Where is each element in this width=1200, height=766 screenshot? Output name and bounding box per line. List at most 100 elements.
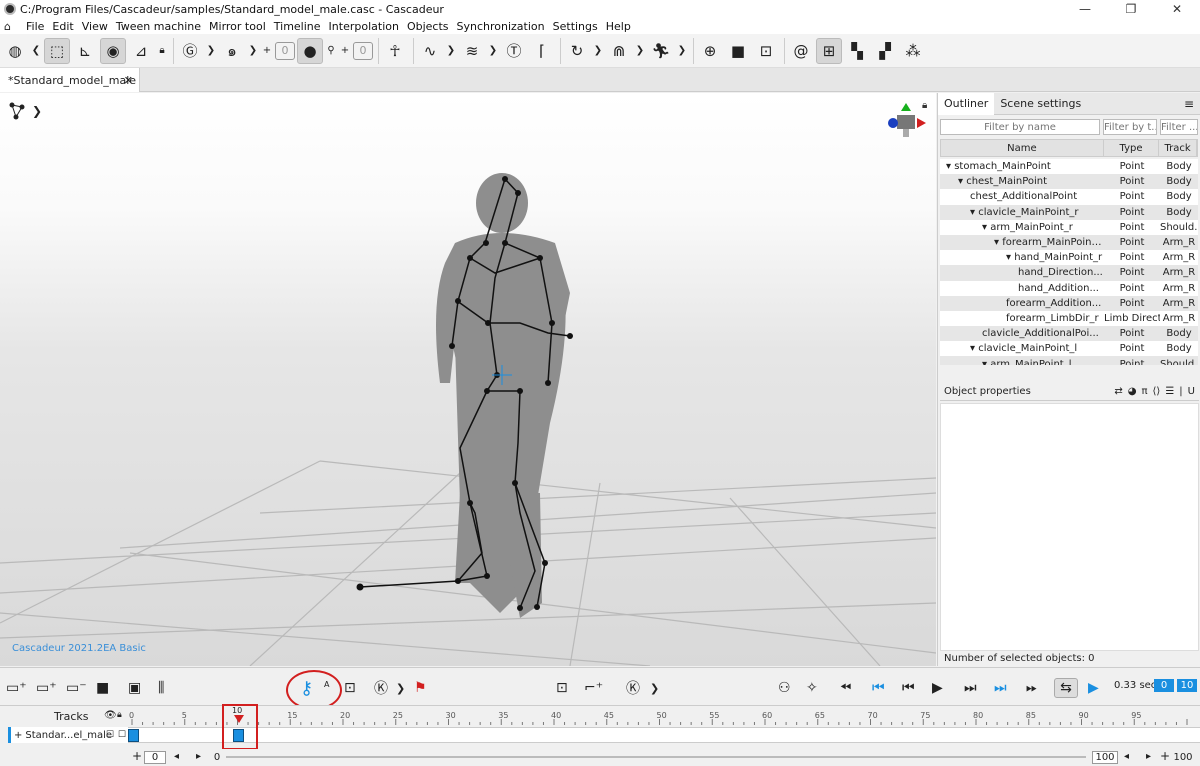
scene-nodes-icon[interactable]: ❯ bbox=[9, 102, 43, 120]
column-type[interactable]: Type bbox=[1104, 140, 1160, 156]
lock-track-icon[interactable]: 🔒︎ bbox=[117, 710, 122, 720]
graph-nodes-icon[interactable]: ⁂ bbox=[900, 38, 926, 64]
column-track[interactable]: Track bbox=[1159, 140, 1197, 156]
scale-axis-icon[interactable]: ⊿ bbox=[128, 38, 154, 64]
outliner-row[interactable]: ▾ hand_MainPoint_r Point Arm_R bbox=[940, 250, 1198, 265]
next-frame-icon[interactable]: ⏭︎ bbox=[964, 678, 977, 698]
frame-range-icon[interactable]: ⊡ bbox=[556, 678, 568, 698]
track-checkbox[interactable]: ☐ bbox=[106, 730, 114, 740]
tab-outliner[interactable]: Outliner bbox=[938, 92, 995, 115]
point-icon[interactable]: ● bbox=[297, 37, 323, 64]
menu-help[interactable]: Help bbox=[602, 20, 635, 33]
globe-icon[interactable]: ◍ bbox=[2, 38, 28, 64]
add-track-icon[interactable]: ▭⁺ bbox=[6, 678, 27, 698]
magic-icon[interactable]: ✧ bbox=[806, 678, 818, 698]
column-name[interactable]: Name bbox=[941, 140, 1104, 156]
prev-icon[interactable]: ◂ bbox=[174, 751, 179, 762]
axis-icon[interactable]: ⊾ bbox=[72, 38, 98, 64]
target-icon[interactable]: ⊕ bbox=[697, 38, 723, 64]
loop-icon[interactable]: ⇆ bbox=[1054, 678, 1078, 698]
camera-add-icon[interactable]: ▣ bbox=[128, 678, 141, 698]
frame-icon[interactable]: ⊡ bbox=[344, 678, 356, 698]
keyframe-start[interactable] bbox=[128, 729, 139, 742]
range-slider[interactable] bbox=[226, 756, 1086, 758]
3d-viewport[interactable]: ❯ 🔒︎ Cascadeur 2021.2EA Basic bbox=[0, 93, 936, 666]
play-cursor-icon[interactable]: ▶ bbox=[1088, 678, 1099, 698]
rewind-icon[interactable]: ⏪︎ bbox=[840, 678, 851, 698]
go-start-icon[interactable]: ⏮︎ bbox=[872, 678, 885, 698]
plus-icon[interactable]: + bbox=[261, 38, 273, 64]
ik-icon[interactable]: Ⓚ bbox=[374, 678, 388, 698]
swirl-icon[interactable]: @ bbox=[788, 38, 814, 64]
focus-frame-icon[interactable]: ⊡ bbox=[753, 38, 779, 64]
next-icon[interactable]: ▸ bbox=[196, 751, 201, 762]
next-end-icon[interactable]: ▸ bbox=[1146, 751, 1151, 762]
global-mode-icon[interactable]: Ⓖ bbox=[177, 38, 203, 64]
menu-settings[interactable]: Settings bbox=[549, 20, 602, 33]
lock-icon[interactable]: 🔒︎ bbox=[156, 38, 168, 64]
chevron-left-icon[interactable]: ❮ bbox=[30, 38, 42, 64]
outliner-row[interactable]: forearm_LimbDir_r Limb Direct...Arm_R bbox=[940, 311, 1198, 326]
curve-icon[interactable]: ∿ bbox=[417, 38, 443, 64]
lock-person-icon[interactable]: ⚇ bbox=[778, 678, 791, 698]
plus-icon[interactable]: + bbox=[132, 749, 142, 763]
arch-icon[interactable]: ⋒ bbox=[606, 38, 632, 64]
visibility-icon[interactable]: 👁︎ bbox=[104, 710, 117, 721]
prev-frame-icon[interactable]: ⏮︎ bbox=[902, 678, 915, 698]
chevron-right-icon[interactable]: ❯ bbox=[445, 38, 457, 64]
hamburger-menu-icon[interactable]: ≡ bbox=[1184, 97, 1194, 111]
outliner-row[interactable]: hand_Addition... Point Arm_R bbox=[940, 281, 1198, 296]
text-tool-icon[interactable]: Ⓣ bbox=[501, 38, 527, 64]
stepper-b-field[interactable]: 0 bbox=[353, 41, 373, 60]
skeleton-icon[interactable]: ☥ bbox=[382, 38, 408, 64]
ik-interp-icon[interactable]: Ⓚ bbox=[626, 678, 640, 698]
range-start-field[interactable]: 0 bbox=[144, 751, 166, 764]
camera-icon[interactable]: ■ bbox=[725, 38, 751, 64]
track-lane[interactable] bbox=[128, 727, 1200, 743]
track-checkbox-2[interactable]: ☐ bbox=[118, 730, 126, 740]
chevron-right-icon[interactable]: ❯ bbox=[592, 38, 604, 64]
minimize-button[interactable]: — bbox=[1062, 0, 1108, 18]
rotate-icon[interactable]: ◉ bbox=[100, 37, 126, 64]
orientation-gizmo[interactable]: 🔒︎ bbox=[888, 100, 927, 137]
menu-file[interactable]: File bbox=[22, 20, 48, 33]
paint-icon[interactable]: ◕ bbox=[1128, 386, 1137, 397]
split-icon[interactable]: ⫼ bbox=[158, 678, 164, 698]
outliner-row[interactable]: chest_AdditionalPoint Point Body bbox=[940, 189, 1198, 204]
solid-box-icon[interactable]: ■ bbox=[96, 678, 109, 698]
range-end-field[interactable]: 100 bbox=[1092, 751, 1118, 764]
stepper-a-field[interactable]: 0 bbox=[275, 41, 295, 60]
menu-mirror-tool[interactable]: Mirror tool bbox=[205, 20, 270, 33]
menu-timeline[interactable]: Timeline bbox=[270, 20, 325, 33]
menu-synchronization[interactable]: Synchronization bbox=[453, 20, 549, 33]
timeline-ruler[interactable]: 0 5 15 20 25 30 35 40 45 50 55 60 65 70 75 80 85 90 95 bbox=[128, 709, 1200, 725]
menu-view[interactable]: View bbox=[78, 20, 112, 33]
frame-start-field[interactable]: 0 bbox=[1154, 679, 1174, 692]
menu-interpolation[interactable]: Interpolation bbox=[325, 20, 403, 33]
menu-edit[interactable]: Edit bbox=[48, 20, 77, 33]
pi-icon[interactable]: π bbox=[1141, 386, 1147, 397]
outliner-row[interactable]: hand_Direction... Point Arm_R bbox=[940, 265, 1198, 281]
filter-type-input[interactable] bbox=[1103, 119, 1157, 135]
character-model[interactable] bbox=[436, 173, 570, 618]
outliner-row[interactable]: forearm_Addition... Point Arm_R bbox=[940, 295, 1198, 311]
outliner-row[interactable]: ▾ clavicle_MainPoint_l Point Body bbox=[940, 341, 1198, 356]
remove-track-icon[interactable]: ▭⁻ bbox=[66, 678, 87, 698]
outliner-row[interactable]: ▾ stomach_MainPoint Point Body bbox=[940, 159, 1198, 174]
checker-alt-icon[interactable]: ▞ bbox=[872, 38, 898, 64]
outliner-row[interactable]: ▾ arm_MainPoint_r Point Should... bbox=[940, 220, 1198, 235]
track-row[interactable]: + Standar...el_male ☐ ☐ bbox=[8, 727, 128, 743]
u-icon[interactable]: U bbox=[1188, 386, 1195, 397]
playhead-marker[interactable] bbox=[234, 715, 244, 723]
add-subtrack-icon[interactable]: ▭⁺ bbox=[36, 678, 57, 698]
outliner-row[interactable]: ▾ forearm_MainPoint_r Point Arm_R bbox=[940, 234, 1198, 251]
rotation-loop-icon[interactable]: ↻ bbox=[564, 38, 590, 64]
pin-icon[interactable]: ⚲ bbox=[325, 38, 337, 64]
fast-forward-icon[interactable]: ⏩︎ bbox=[1026, 678, 1037, 698]
filter-track-input[interactable] bbox=[1160, 119, 1198, 135]
code-icon[interactable]: ⟨⟩ bbox=[1153, 386, 1161, 397]
outliner-row[interactable]: clavicle_AdditionalPoi... Point Body bbox=[940, 326, 1198, 342]
play-icon[interactable]: ▶ bbox=[932, 678, 943, 698]
chevron-right-icon[interactable]: ❯ bbox=[487, 38, 499, 64]
spiral-icon[interactable]: ๑ bbox=[219, 38, 245, 64]
